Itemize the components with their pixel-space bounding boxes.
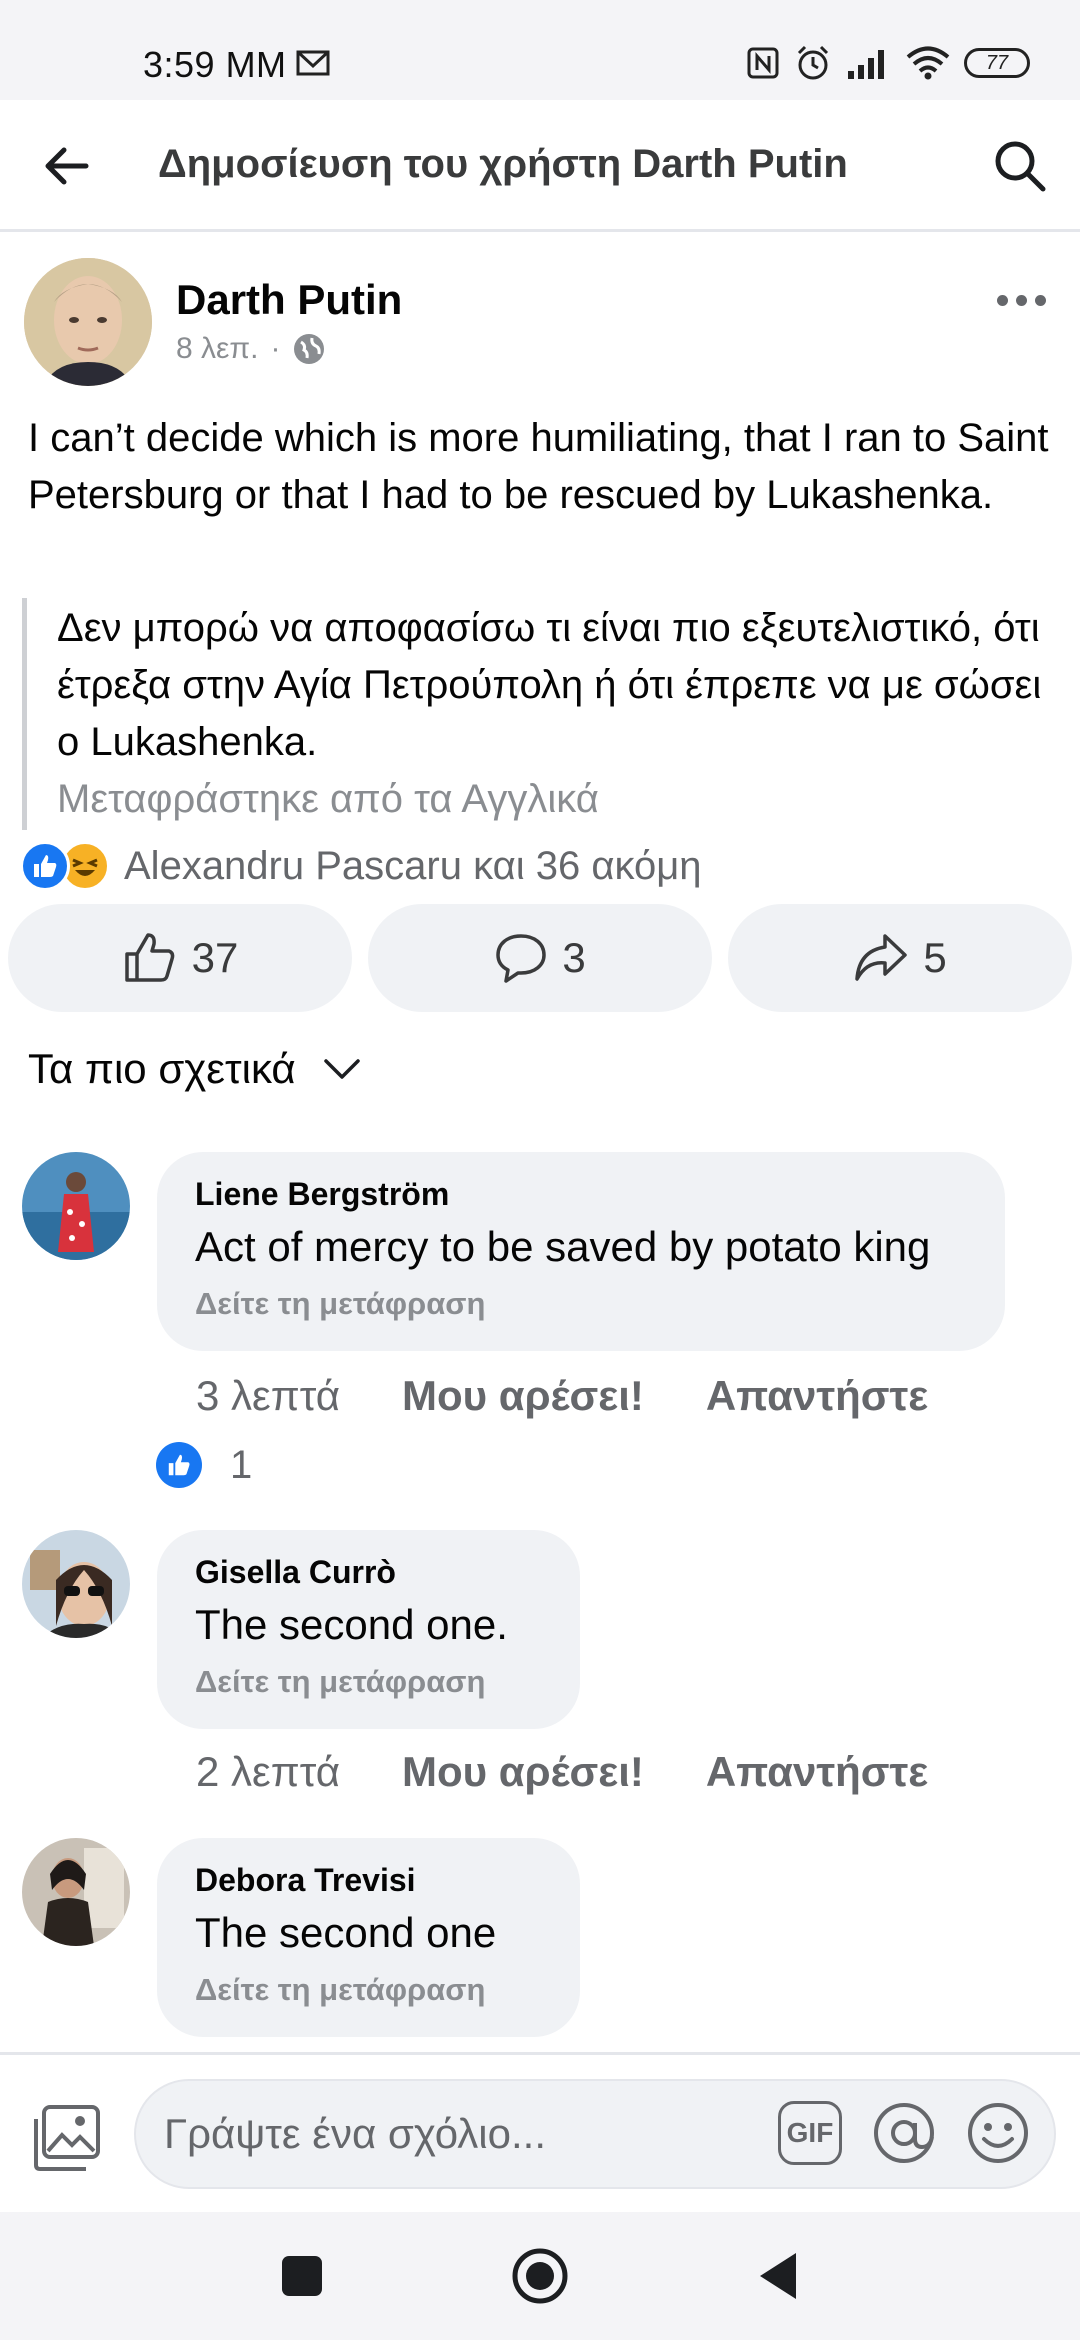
signal-icon <box>848 50 884 79</box>
comment-avatar[interactable] <box>22 1530 130 1638</box>
home-circle-icon <box>512 2248 568 2304</box>
comment-author[interactable]: Debora Trevisi <box>195 1860 542 1900</box>
search-button[interactable] <box>988 134 1052 198</box>
reactions-summary[interactable]: Alexandru Pascaru και 36 ακόμη <box>20 838 702 894</box>
composer-tools: GIF <box>778 2101 1030 2165</box>
comment-bubble[interactable]: Debora Trevisi The second one Δείτε τη μ… <box>157 1838 580 2037</box>
translation-text: Δεν μπορώ να αποφασίσω τι είναι πιο εξευ… <box>57 606 1042 764</box>
comment-like-button[interactable]: Μου αρέσει! <box>402 1372 644 1420</box>
avatar-photo <box>22 1530 130 1638</box>
post-meta: 8 λεπ. · <box>176 332 326 366</box>
arrow-left-icon <box>45 147 89 185</box>
comment-input-placeholder: Γράψτε ένα σχόλιο... <box>164 2110 546 2157</box>
comment-icon <box>496 934 547 983</box>
comment-text: The second one. <box>195 1601 508 1648</box>
back-button[interactable] <box>36 136 96 196</box>
globe-icon <box>294 334 325 364</box>
comment-reply-button[interactable]: Απαντήστε <box>706 1748 928 1796</box>
comment-text: Act of mercy to be saved by potato king <box>195 1223 931 1270</box>
post-author-avatar[interactable] <box>24 258 152 386</box>
photo-button[interactable] <box>30 2101 104 2175</box>
back-nav-button[interactable] <box>748 2246 808 2306</box>
avatar-photo <box>22 1152 130 1260</box>
status-time: 3:59 MM <box>143 44 287 85</box>
share-icon <box>855 934 908 981</box>
gif-button[interactable]: GIF <box>778 2101 842 2165</box>
comment-reply-button[interactable]: Απαντήστε <box>706 1372 928 1420</box>
see-translation-link[interactable]: Δείτε τη μετάφραση <box>195 1970 542 2010</box>
translation-note[interactable]: Μεταφράστηκε από τα Αγγλικά <box>57 771 1062 828</box>
comment-author[interactable]: Gisella Currò <box>195 1552 542 1592</box>
smiley-icon <box>968 2103 1028 2163</box>
triangle-back-icon <box>760 2253 796 2299</box>
share-button[interactable]: 5 <box>728 904 1072 1012</box>
comment-composer: Γράψτε ένα σχόλιο... GIF <box>0 2052 1080 2212</box>
comment-reaction-count[interactable]: 1 <box>156 1442 252 1488</box>
at-icon <box>874 2103 934 2163</box>
like-reaction-icon <box>20 841 70 891</box>
recents-button[interactable] <box>272 2246 332 2306</box>
reactions-text[interactable]: Alexandru Pascaru και 36 ακόμη <box>124 844 702 889</box>
comment-text: The second one <box>195 1909 497 1956</box>
more-dot-icon <box>996 294 1008 306</box>
like-count: 37 <box>191 934 239 981</box>
square-icon <box>282 2256 322 2296</box>
comment-avatar[interactable] <box>22 1838 130 1946</box>
comment-avatar[interactable] <box>22 1152 130 1260</box>
comment-sort-dropdown[interactable]: Τα πιο σχετικά <box>28 1045 362 1093</box>
post-time[interactable]: 8 λεπ. <box>176 332 258 366</box>
home-button[interactable] <box>510 2246 570 2306</box>
comment-button[interactable]: 3 <box>368 904 712 1012</box>
mail-icon <box>296 50 330 81</box>
chevron-down-icon <box>323 1059 360 1079</box>
comment-bubble[interactable]: Liene Bergström Act of mercy to be saved… <box>157 1152 1005 1351</box>
like-reaction-icon <box>156 1442 202 1488</box>
wifi-icon <box>906 46 950 80</box>
comment-author[interactable]: Liene Bergström <box>195 1174 967 1214</box>
page-title: Δημοσίευση του χρήστη Darth Putin <box>158 142 848 186</box>
share-count: 5 <box>923 934 947 981</box>
more-dot-icon <box>1015 294 1027 306</box>
see-translation-link[interactable]: Δείτε τη μετάφραση <box>195 1662 542 1702</box>
sort-label: Τα πιο σχετικά <box>28 1045 296 1092</box>
comment-time: 3 λεπτά <box>196 1372 341 1419</box>
avatar-photo <box>24 258 152 386</box>
post-author-name[interactable]: Darth Putin <box>176 276 402 324</box>
see-translation-link[interactable]: Δείτε τη μετάφραση <box>195 1284 967 1324</box>
photo-icon <box>34 2105 100 2171</box>
avatar-photo <box>22 1838 130 1946</box>
alarm-icon <box>797 45 829 80</box>
post-more-button[interactable] <box>986 280 1056 320</box>
post-action-bar: 37 3 5 <box>8 904 1072 1012</box>
nfc-icon <box>747 47 779 79</box>
like-button[interactable]: 37 <box>8 904 352 1012</box>
search-icon <box>995 141 1046 192</box>
comment-actions: 3 λεπτά Μου αρέσει! Απαντήστε <box>196 1372 928 1420</box>
comment-count: 3 <box>562 934 586 981</box>
system-nav-bar <box>0 2212 1080 2340</box>
emoji-button[interactable] <box>966 2101 1030 2165</box>
more-dot-icon <box>1034 294 1046 306</box>
comment-actions: 2 λεπτά Μου αρέσει! Απαντήστε <box>196 1748 928 1796</box>
comment-time: 2 λεπτά <box>196 1748 341 1795</box>
header: Δημοσίευση του χρήστη Darth Putin <box>0 100 1080 232</box>
status-bar: 3:59 MM 77 <box>0 0 1080 100</box>
thumbs-up-icon <box>124 933 174 982</box>
mention-button[interactable] <box>872 2101 936 2165</box>
post-translation: Δεν μπορώ να αποφασίσω τι είναι πιο εξευ… <box>22 598 1062 830</box>
battery-indicator: 77 <box>964 48 1030 78</box>
status-icons: 77 <box>746 44 1030 82</box>
post-text: I can’t decide which is more humiliating… <box>28 416 1049 517</box>
reaction-count: 1 <box>230 1442 253 1487</box>
comment-like-button[interactable]: Μου αρέσει! <box>402 1748 644 1796</box>
comment-bubble[interactable]: Gisella Currò The second one. Δείτε τη μ… <box>157 1530 580 1729</box>
meta-separator: · <box>270 332 281 365</box>
